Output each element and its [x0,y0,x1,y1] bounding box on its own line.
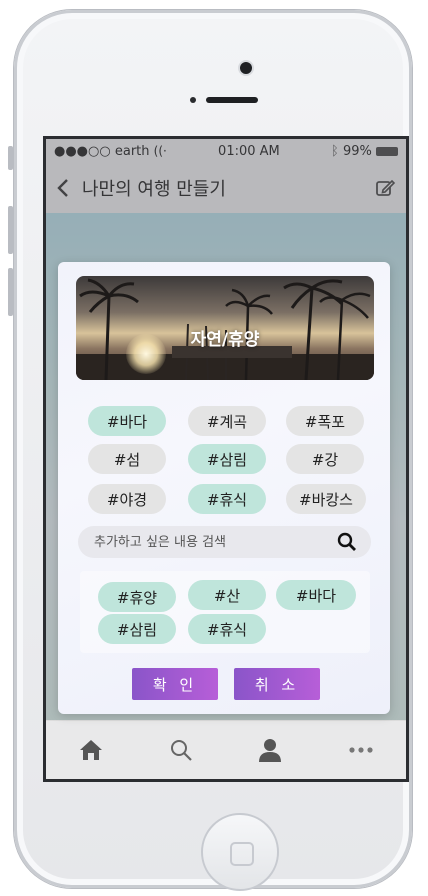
side-button-volume-down [8,268,13,316]
cancel-button[interactable]: 취 소 [234,668,320,700]
hero-image: 자연/휴양 [76,276,374,380]
selected-tag-chip[interactable]: #산 [188,580,266,610]
camera [240,62,252,74]
tag-chip[interactable]: #계곡 [188,406,266,436]
speaker [206,97,258,103]
tag-search-input[interactable] [92,533,337,551]
tag-select-modal: 자연/휴양 #바다 #계곡 #폭포 #섬 #삼림 #강 #야경 #휴식 #바캉스… [58,262,390,714]
tag-chip[interactable]: #바캉스 [286,484,366,514]
search-icon[interactable] [337,532,357,552]
tag-chip[interactable]: #섬 [88,444,166,474]
selected-tag-chip[interactable]: #휴식 [188,614,266,644]
category-title: 자연/휴양 [190,329,260,350]
search-icon[interactable] [169,738,193,762]
hero-label: 자연/휴양 [76,322,374,352]
confirm-button[interactable]: 확 인 [132,668,218,700]
home-button-square [230,842,254,866]
tag-chip[interactable]: #폭포 [286,406,364,436]
selected-tag-chip[interactable]: #삼림 [98,614,176,644]
tag-chip[interactable]: #강 [286,444,364,474]
profile-icon[interactable] [257,738,283,762]
sensor [190,97,196,103]
selected-tag-chip[interactable]: #휴양 [98,582,176,612]
tag-search-bar [78,526,371,558]
home-icon[interactable] [78,738,104,762]
bottom-nav [46,720,406,779]
more-icon[interactable] [348,746,374,754]
home-button[interactable] [201,813,279,891]
side-button-mute [8,146,13,170]
side-button-volume-up [8,206,13,254]
tag-chip[interactable]: #야경 [88,484,166,514]
tag-chip[interactable]: #삼림 [188,444,266,474]
tag-chip[interactable]: #바다 [88,406,166,436]
selected-tag-chip[interactable]: #바다 [276,580,356,610]
tag-chip[interactable]: #휴식 [188,484,266,514]
